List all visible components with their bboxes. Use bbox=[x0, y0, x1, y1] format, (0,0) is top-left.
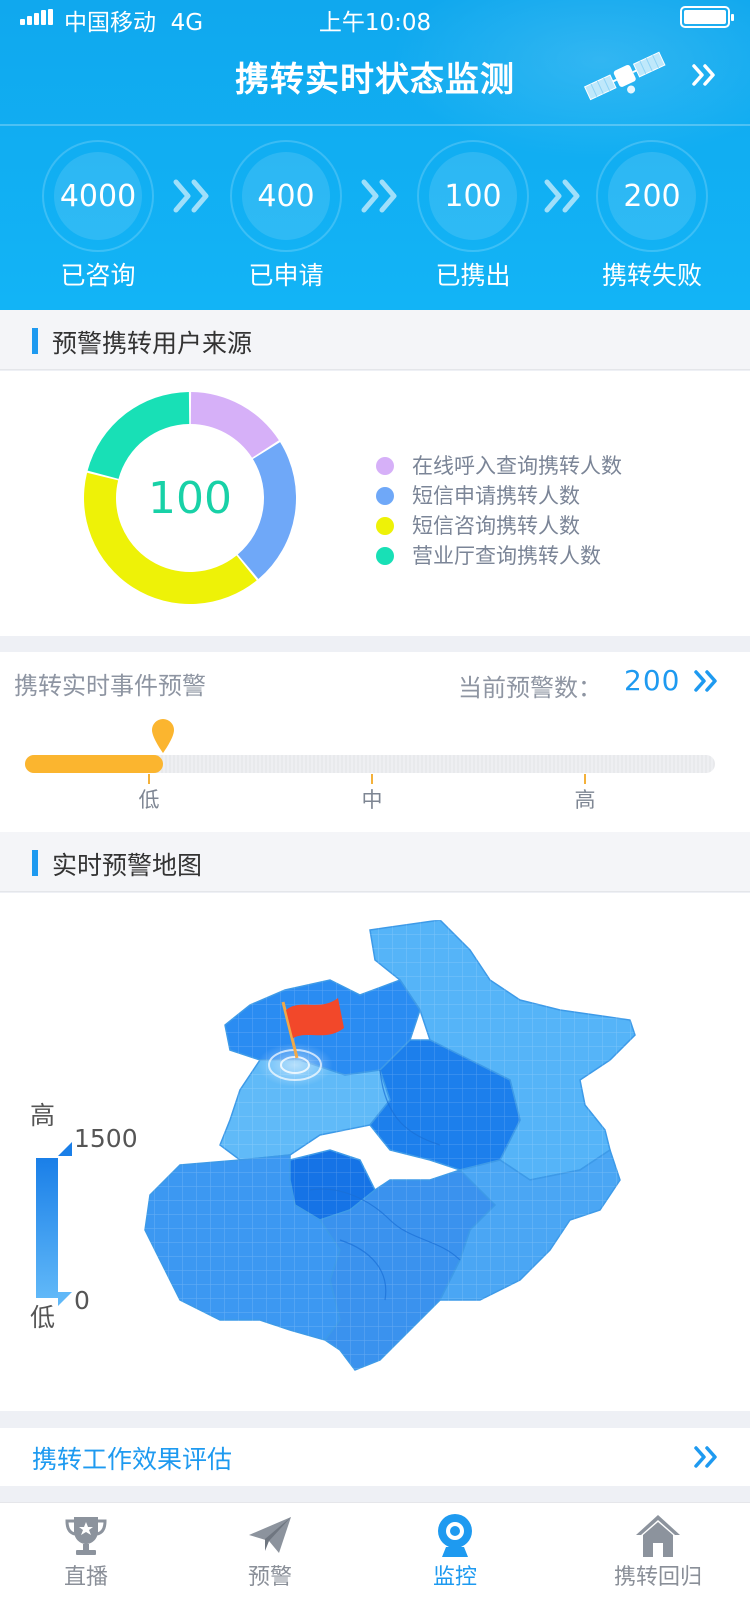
stat-value: 200 bbox=[608, 152, 696, 240]
level-tick bbox=[148, 774, 150, 784]
section-title: 实时预警地图 bbox=[52, 851, 203, 880]
divider bbox=[0, 124, 750, 126]
scale-low-label: 低 bbox=[30, 1303, 56, 1332]
warning-level-fill bbox=[25, 755, 163, 773]
legend-dot bbox=[376, 487, 394, 505]
status-bar: 中国移动 4G 上午10:08 bbox=[0, 0, 750, 36]
trophy-icon bbox=[65, 1517, 107, 1555]
funnel-stats: 4000 已咨询 400 已申请 100 已携出 200 携转失败 bbox=[0, 140, 750, 300]
scale-triangle bbox=[58, 1292, 72, 1306]
tab-label: 监控 bbox=[432, 1565, 477, 1590]
legend-label: 在线呼入查询携转人数 bbox=[412, 454, 622, 478]
level-label-mid: 中 bbox=[361, 788, 383, 812]
section-header-source: 预警携转用户来源 bbox=[0, 310, 750, 370]
stat-label: 已申请 bbox=[248, 261, 324, 290]
tab-live[interactable]: 直播 bbox=[26, 1511, 146, 1591]
scale-high-label: 高 bbox=[30, 1101, 56, 1130]
double-chevron-right-icon[interactable] bbox=[690, 60, 720, 90]
tab-monitor[interactable]: 监控 bbox=[395, 1511, 515, 1591]
scale-min-value: 0 bbox=[74, 1286, 90, 1315]
tab-return[interactable]: 携转回归 bbox=[598, 1511, 718, 1591]
stat-ported-out[interactable]: 100 已携出 bbox=[413, 140, 533, 292]
legend-label: 短信申请携转人数 bbox=[412, 484, 580, 508]
stat-failed[interactable]: 200 携转失败 bbox=[592, 140, 712, 292]
double-chevron-right-icon bbox=[544, 179, 580, 213]
home-icon bbox=[636, 1515, 680, 1557]
legend-label: 短信咨询携转人数 bbox=[412, 514, 580, 538]
stat-value: 100 bbox=[429, 152, 517, 240]
battery-icon bbox=[680, 6, 734, 28]
scale-gradient-bar bbox=[36, 1158, 58, 1298]
stat-label: 已咨询 bbox=[60, 261, 136, 290]
legend-dot bbox=[376, 547, 394, 565]
tab-label: 携转回归 bbox=[613, 1565, 702, 1590]
double-chevron-right-icon bbox=[694, 1446, 717, 1468]
clock: 上午10:08 bbox=[318, 10, 432, 36]
satellite-icon bbox=[583, 51, 666, 101]
level-label-high: 高 bbox=[574, 788, 596, 812]
paper-plane-icon bbox=[249, 1517, 291, 1553]
scale-max-value: 1500 bbox=[74, 1124, 138, 1153]
legend-label: 营业厅查询携转人数 bbox=[412, 544, 601, 568]
double-chevron-right-icon bbox=[173, 179, 209, 213]
section-title: 预警携转用户来源 bbox=[52, 329, 253, 358]
stat-label: 已携出 bbox=[435, 261, 511, 290]
region-map[interactable] bbox=[140, 920, 660, 1400]
tab-warning[interactable]: 预警 bbox=[210, 1511, 330, 1591]
stat-applied[interactable]: 400 已申请 bbox=[226, 140, 346, 292]
camera-icon bbox=[438, 1514, 472, 1557]
stat-label: 携转失败 bbox=[601, 261, 702, 290]
legend-dot bbox=[376, 457, 394, 475]
tab-label: 直播 bbox=[63, 1565, 108, 1590]
stat-value: 400 bbox=[242, 152, 330, 240]
warning-level-track bbox=[25, 755, 715, 773]
header: 中国移动 4G 上午10:08 携转实时状态监测 4000 已咨询 400 已申… bbox=[0, 0, 750, 310]
level-label-low: 低 bbox=[138, 788, 160, 812]
warning-count[interactable]: 200 bbox=[624, 664, 680, 697]
tab-bar: 直播 预警 监控 携转回归 bbox=[0, 1502, 750, 1600]
section-accent-bar bbox=[32, 328, 38, 354]
double-chevron-right-icon bbox=[361, 179, 397, 213]
section-accent-bar bbox=[32, 850, 38, 876]
scale-triangle bbox=[58, 1142, 72, 1156]
legend-dot bbox=[376, 517, 394, 535]
evaluation-label: 携转工作效果评估 bbox=[32, 1445, 233, 1474]
map-districts bbox=[144, 920, 636, 1371]
tab-label: 预警 bbox=[247, 1565, 292, 1590]
map-pin-icon bbox=[152, 719, 174, 753]
level-tick bbox=[584, 774, 586, 784]
stat-consulted[interactable]: 4000 已咨询 bbox=[38, 140, 158, 292]
double-chevron-right-icon[interactable] bbox=[692, 666, 722, 696]
warning-count-label: 当前预警数： bbox=[458, 674, 602, 702]
stat-value: 4000 bbox=[54, 152, 142, 240]
donut-center-value: 100 bbox=[148, 472, 232, 524]
section-header-map: 实时预警地图 bbox=[0, 832, 750, 892]
level-tick bbox=[371, 774, 373, 784]
evaluation-link[interactable]: 携转工作效果评估 bbox=[0, 1428, 750, 1486]
warning-title: 携转实时事件预警 bbox=[14, 672, 206, 700]
